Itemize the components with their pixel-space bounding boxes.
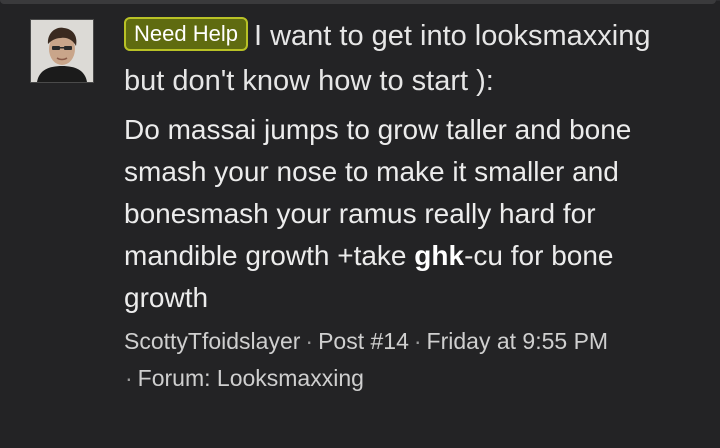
post-date: Friday at 9:55 PM [426,328,609,354]
post-meta: ScottyTfoidslayer · Post #14 · Friday at 9:5… [120,323,694,397]
author-link[interactable]: ScottyTfoidslayer [124,328,300,354]
avatar-photo-icon [31,20,93,82]
forum-link[interactable]: Forum: Looksmaxxing [138,365,364,391]
prefix-badge-need-help[interactable]: Need Help [124,17,248,51]
post-snippet: Do massai jumps to grow taller and bone … [124,109,694,319]
search-result-item: Need Help I want to get into looksmaxxing… [124,14,694,397]
scrollbar-track[interactable] [0,0,716,4]
avatar[interactable] [30,19,94,83]
meta-separator: · [413,328,422,354]
post-number: Post #14 [318,328,409,354]
meta-separator: · [305,328,314,354]
snippet-highlight: ghk [414,240,465,271]
meta-separator: · [125,365,133,391]
thread-title[interactable]: Need Help I want to get into looksmaxxing… [124,14,694,104]
